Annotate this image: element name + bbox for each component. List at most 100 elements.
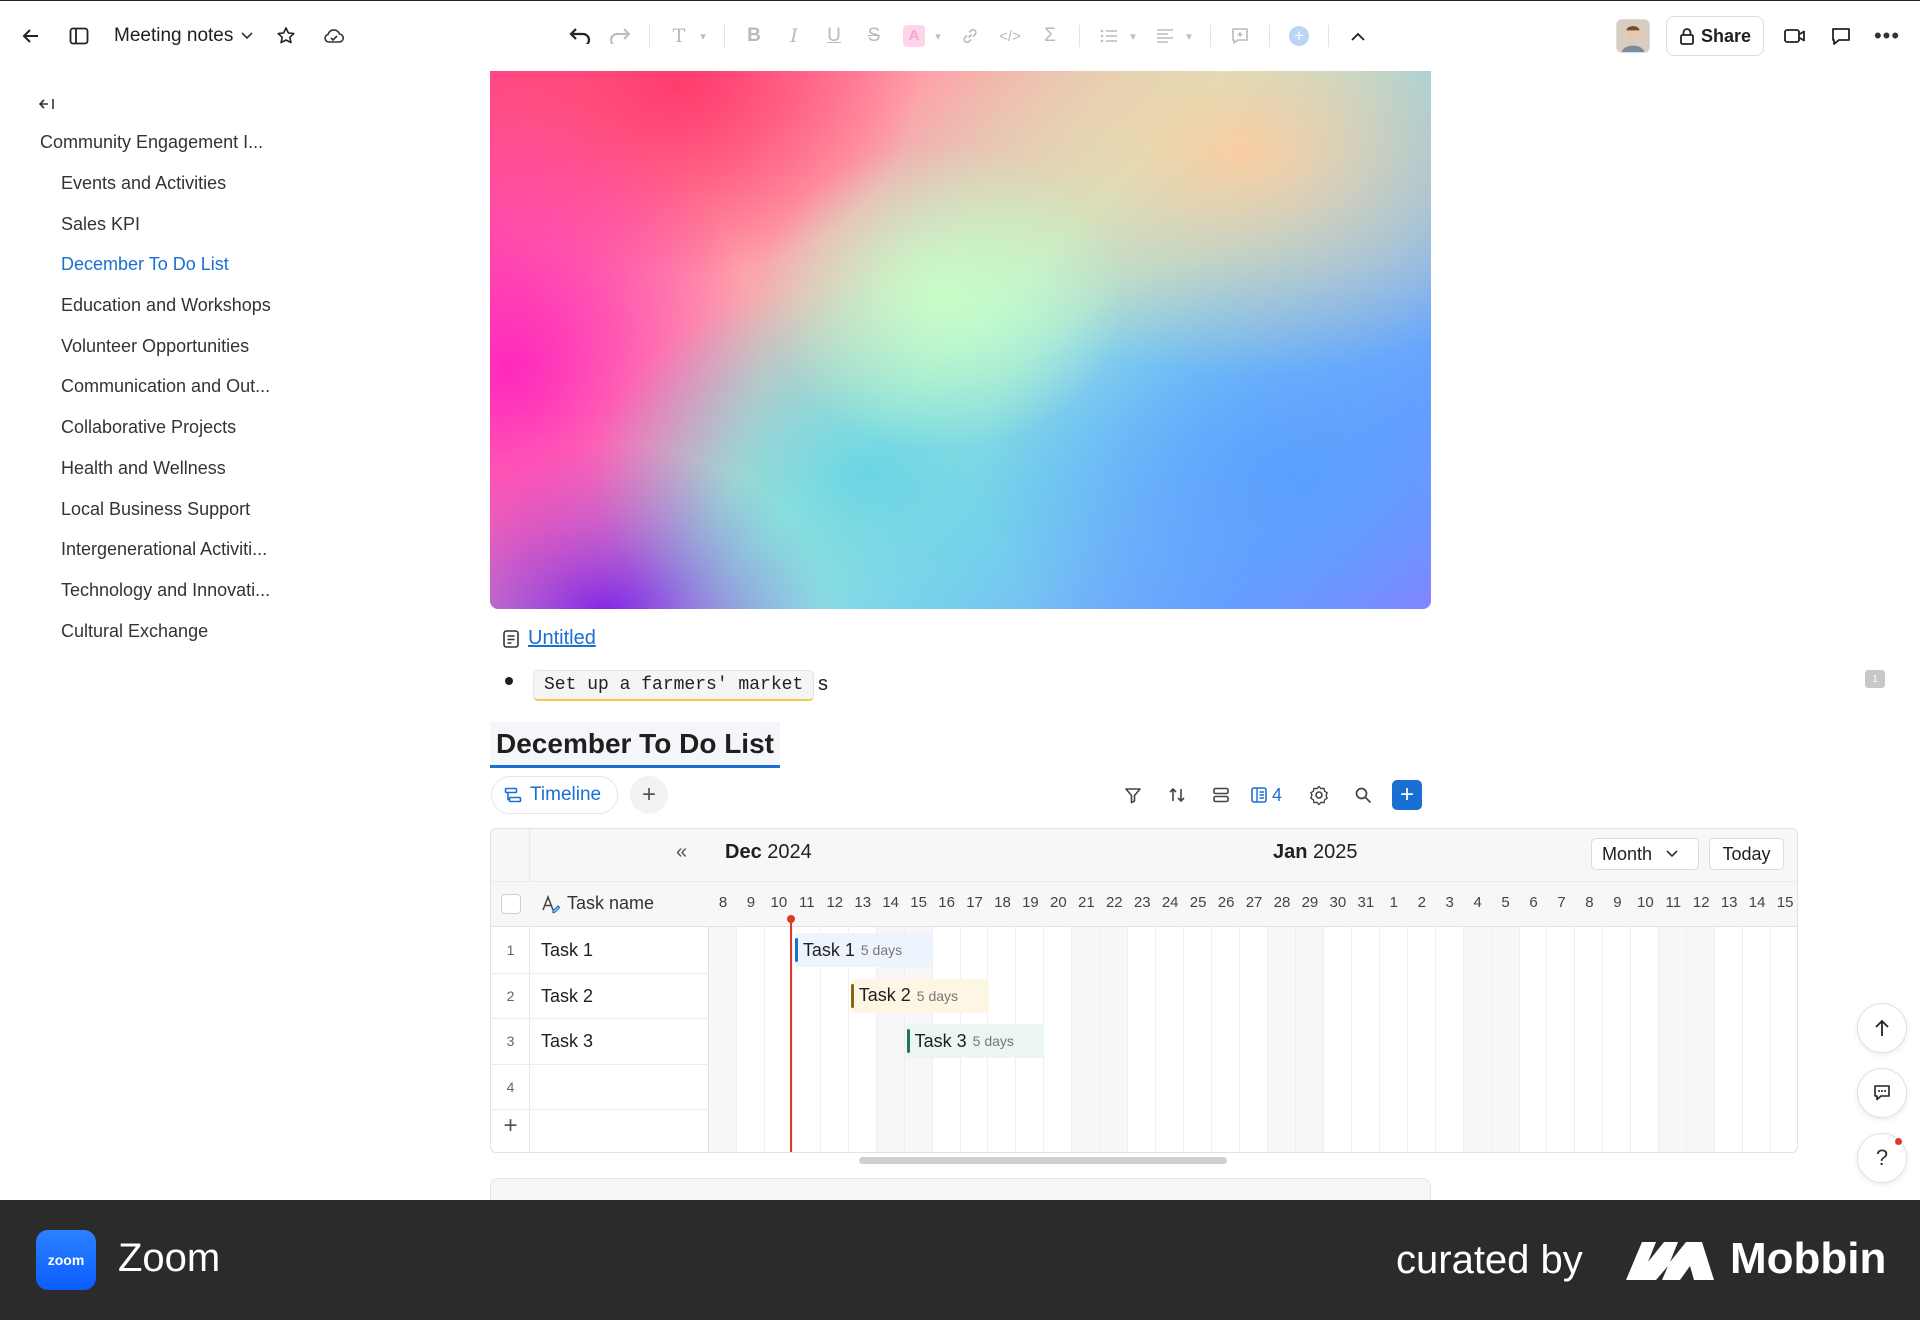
more-options-icon[interactable]: ••• [1872, 21, 1902, 51]
sidebar-item[interactable]: Education and Workshops [61, 294, 271, 335]
task-bar[interactable]: Task 2 5 days [850, 978, 989, 1013]
table-row[interactable]: 4 [491, 1065, 709, 1110]
table-row[interactable]: 3 Task 3 [491, 1019, 709, 1065]
row-number: 3 [506, 1033, 515, 1049]
sidebar-item[interactable]: Events and Activities [61, 172, 271, 213]
sidebar-item[interactable]: Local Business Support [61, 498, 271, 539]
lock-icon [1680, 28, 1694, 45]
mobbin-logo-icon [1626, 1242, 1714, 1280]
timeline-icon [504, 787, 522, 803]
share-button[interactable]: Share [1665, 16, 1764, 56]
task-name-cell[interactable]: Task 1 [541, 940, 593, 961]
italic-icon[interactable]: I [779, 21, 809, 51]
group-icon[interactable] [1206, 780, 1236, 810]
day-column [1380, 927, 1408, 1152]
chevron-down-icon[interactable]: ▾ [1182, 30, 1196, 43]
sidebar-item[interactable]: Sales KPI [61, 213, 271, 254]
sidebar-item[interactable]: Health and Wellness [61, 457, 271, 498]
horizontal-scrollbar[interactable] [859, 1157, 1227, 1164]
task-name-cell[interactable]: Task 3 [541, 1031, 593, 1052]
timeline-panel: Dec 2024 Jan 2025 Month Today 8 9 10 11 12 13… [709, 829, 1797, 1152]
redo-icon[interactable] [605, 21, 635, 51]
toolbar-divider [1269, 25, 1270, 47]
fields-button[interactable]: 4 [1250, 785, 1290, 806]
sidebar-item[interactable]: Volunteer Opportunities [61, 335, 271, 376]
sidebar-item[interactable]: Cultural Exchange [61, 620, 271, 661]
toolbar-right: Share ••• [1615, 1, 1902, 71]
month-label-dec: Dec 2024 [725, 841, 812, 864]
bulleted-list-icon[interactable] [1094, 21, 1124, 51]
timescale-select[interactable]: Month [1591, 838, 1699, 870]
tab-timeline[interactable]: Timeline [491, 776, 619, 814]
star-icon[interactable] [271, 21, 301, 51]
settings-gear-icon[interactable] [1304, 780, 1334, 810]
column-header-task-name[interactable]: Task name [541, 893, 654, 914]
table-row[interactable]: 2 Task 2 [491, 974, 709, 1019]
day-label: 5 [1501, 894, 1510, 911]
task-name-cell[interactable]: Task 2 [541, 986, 593, 1007]
inline-code[interactable]: Set up a farmers' market [533, 670, 815, 701]
chevron-down-icon[interactable]: ▾ [1126, 30, 1140, 43]
sidebar-item[interactable]: Communication and Out... [61, 375, 271, 416]
day-label: 13 [854, 894, 872, 911]
database-title[interactable]: December To Do List [490, 722, 780, 768]
chevron-down-icon [1666, 850, 1678, 858]
format-toolbar: T ▾ B I U S A ▾ </> Σ ▾ ▾ + [565, 1, 1373, 71]
add-comment-icon[interactable] [1225, 21, 1255, 51]
today-button[interactable]: Today [1709, 838, 1784, 870]
feedback-button[interactable] [1857, 1068, 1907, 1118]
link-icon[interactable] [955, 21, 985, 51]
add-record-button[interactable]: + [1392, 780, 1422, 810]
filter-icon[interactable] [1118, 780, 1148, 810]
bold-icon[interactable]: B [739, 21, 769, 51]
chevron-up-icon[interactable] [1343, 21, 1373, 51]
search-icon[interactable] [1348, 780, 1378, 810]
cloud-sync-icon[interactable] [319, 21, 349, 51]
day-column [1044, 927, 1073, 1152]
day-column [1184, 927, 1213, 1152]
collapse-panel-icon[interactable]: « [676, 841, 687, 864]
code-icon[interactable]: </> [995, 21, 1025, 51]
undo-icon[interactable] [565, 21, 595, 51]
add-view-button[interactable]: + [630, 776, 668, 814]
day-column [1715, 927, 1744, 1152]
underline-icon[interactable]: U [819, 21, 849, 51]
document-title-dropdown[interactable]: Meeting notes [114, 25, 253, 47]
select-all-checkbox[interactable] [501, 894, 521, 914]
chevron-down-icon[interactable]: ▾ [696, 30, 710, 43]
day-label: 10 [1637, 894, 1654, 911]
sidebar-item[interactable]: December To Do List [61, 253, 271, 294]
day-column [1436, 927, 1464, 1152]
user-avatar[interactable] [1615, 19, 1650, 53]
comments-icon[interactable] [1826, 21, 1856, 51]
day-column [765, 927, 793, 1152]
toolbar-divider [1210, 25, 1211, 47]
text-style-icon[interactable]: T [664, 21, 694, 51]
day-column [1268, 927, 1296, 1152]
fields-icon [1251, 787, 1267, 803]
subpage-link[interactable]: Untitled [502, 627, 596, 650]
task-bar-label: Task 1 [802, 939, 855, 960]
insert-plus-icon[interactable]: + [1284, 21, 1314, 51]
sidebar-item[interactable]: Technology and Innovati... [61, 579, 271, 620]
comment-count-icon[interactable]: 1 [1865, 670, 1885, 688]
sidebar-item[interactable]: Collaborative Projects [61, 416, 271, 457]
scroll-to-top-button[interactable] [1857, 1003, 1907, 1053]
text-color-icon[interactable]: A [899, 21, 929, 51]
strikethrough-icon[interactable]: S [859, 21, 889, 51]
sidebar-toggle-icon[interactable] [64, 21, 94, 51]
video-meeting-icon[interactable] [1780, 21, 1810, 51]
help-button[interactable]: ? [1857, 1133, 1907, 1183]
sidebar-item[interactable]: Intergenerational Activiti... [61, 538, 271, 579]
task-bar[interactable]: Task 1 5 days [794, 933, 933, 967]
task-bar[interactable]: Task 3 5 days [906, 1024, 1045, 1058]
sort-icon[interactable] [1162, 780, 1192, 810]
collapse-sidebar-icon[interactable] [38, 96, 56, 117]
back-arrow-icon[interactable] [16, 21, 46, 51]
formula-icon[interactable]: Σ [1035, 21, 1065, 51]
align-icon[interactable] [1150, 21, 1180, 51]
table-row[interactable]: 1 Task 1 [491, 928, 709, 974]
sidebar-root-item[interactable]: Community Engagement I... [40, 132, 263, 153]
chevron-down-icon[interactable]: ▾ [931, 30, 945, 43]
add-row-button[interactable]: + [491, 1112, 530, 1140]
